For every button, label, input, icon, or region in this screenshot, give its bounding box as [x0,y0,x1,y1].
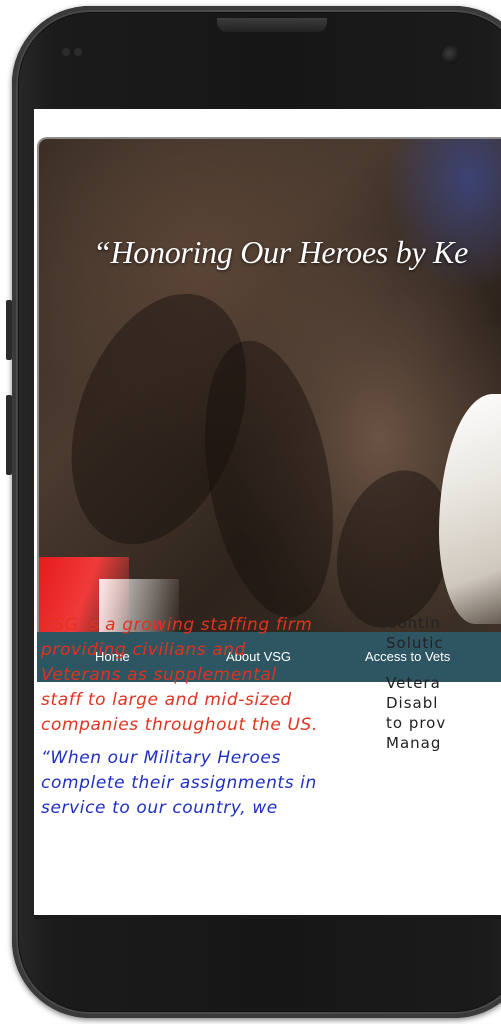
quote-line: complete their assignments in [41,773,317,793]
quote-line: service to our country, we [41,798,278,818]
quote-line: “When our Military Heroes [41,748,281,768]
intro-line: VSG is a growing staffing firm [41,615,313,635]
services-column: Contin Solutic Vetera Disabl to prov Man… [386,613,501,773]
intro-line: companies throughout the US. [41,715,318,735]
eagle-head-feathers [439,394,501,624]
services-line: Solutic [386,634,444,652]
front-camera-icon [442,46,460,64]
sensor-icon [62,48,70,56]
veterans-line: Manag [386,734,442,752]
power-button [6,395,12,475]
intro-line: providing civilians and [41,640,246,660]
hero-quote: “Honoring Our Heroes by Ke [93,234,468,270]
intro-paragraph: VSG is a growing staffing firm providing… [41,613,361,738]
sensor-icon [74,48,82,56]
intro-column: VSG is a growing staffing firm providing… [41,613,361,821]
veterans-line: Vetera [386,674,441,692]
device-frame-view: “Honoring Our Heroes by Ke Home About VS… [0,0,501,1024]
veterans-paragraph: Vetera Disabl to prov Manag [386,673,501,753]
volume-button [6,300,12,360]
intro-line: staff to large and mid-sized [41,690,292,710]
services-paragraph: Contin Solutic [386,613,501,653]
veterans-line: Disabl [386,694,439,712]
heroes-quote: “When our Military Heroes complete their… [41,746,361,821]
hero-banner: “Honoring Our Heroes by Ke [37,137,501,637]
intro-line: Veterans as supplemental [41,665,277,685]
veterans-line: to prov [386,714,447,732]
services-line: Contin [386,614,441,632]
screen-bottom-edge [34,915,501,919]
earpiece-speaker-icon [217,18,327,32]
